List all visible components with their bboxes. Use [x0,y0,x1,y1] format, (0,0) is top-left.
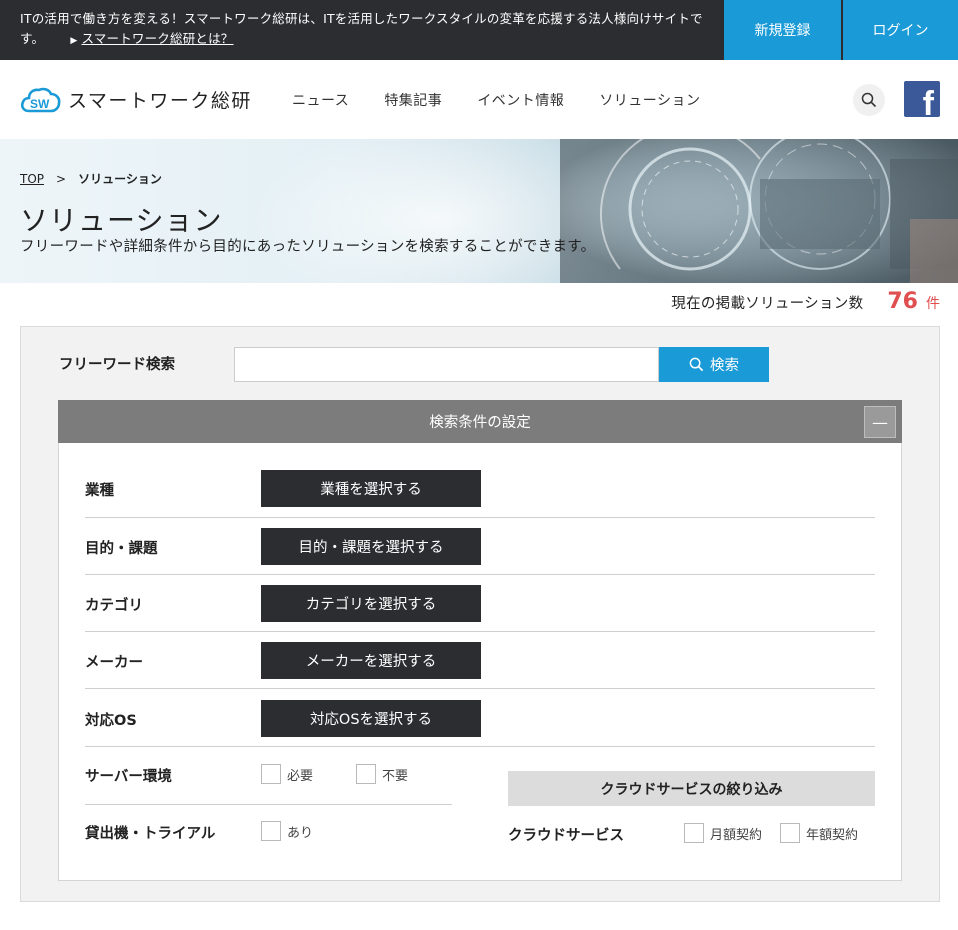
cloud-monthly-label: 月額契約 [710,827,763,843]
server-unneeded-checkbox[interactable] [356,764,376,784]
count-label: 現在の掲載ソリューション数 [671,296,864,312]
server-required-option[interactable]: 必要 [261,764,313,784]
condition-row-purpose: 目的・課題 目的・課題を選択する [85,518,875,575]
breadcrumb: TOP > ソリューション [20,170,162,187]
cloud-logo-icon: SW [20,87,61,112]
search-icon [861,92,877,108]
select-os-button[interactable]: 対応OSを選択する [261,700,481,737]
condition-row-category: カテゴリ カテゴリを選択する [85,575,875,632]
divider [85,804,452,805]
row-label-maker: メーカー [85,655,143,671]
cloud-monthly-checkbox[interactable] [684,823,704,843]
nav-item-events[interactable]: イベント情報 [477,90,564,110]
freeword-input[interactable] [234,347,659,382]
signup-button[interactable]: 新規登録 [724,0,841,60]
condition-row-maker: メーカー メーカーを選択する [85,632,875,689]
minus-icon: — [872,412,888,432]
server-unneeded-label: 不要 [382,768,409,784]
trial-available-option[interactable]: あり [261,821,313,841]
server-env-label: サーバー環境 [85,769,172,785]
search-submit-button[interactable]: 検索 [659,347,769,382]
cloud-filter-header: クラウドサービスの絞り込み [508,771,875,806]
breadcrumb-separator: > [56,171,67,186]
about-link-label: スマートワーク総研とは？ [81,31,234,46]
site-header: SW スマートワーク総研 ニュース 特集記事 イベント情報 ソリューション [0,60,958,139]
nav-item-solutions[interactable]: ソリューション [599,90,700,110]
row-label-category: カテゴリ [85,598,143,614]
nav-item-features[interactable]: 特集記事 [384,90,442,110]
logo-text: スマートワーク総研 [68,90,252,112]
select-purpose-button[interactable]: 目的・課題を選択する [261,528,481,565]
server-required-checkbox[interactable] [261,764,281,784]
row-label-industry: 業種 [85,483,114,499]
count-value: 76 [887,289,918,314]
trial-available-label: あり [287,825,314,841]
server-unneeded-option[interactable]: 不要 [356,764,408,784]
page-subtitle: フリーワードや詳細条件から目的にあったソリューションを検索することができます。 [20,239,596,255]
search-icon [689,357,704,372]
server-required-label: 必要 [287,768,314,784]
about-link[interactable]: ▶ スマートワーク総研とは？ [70,29,233,51]
condition-row-os: 対応OS 対応OSを選択する [85,690,875,747]
row-label-purpose: 目的・課題 [85,541,158,557]
cloud-annual-option[interactable]: 年額契約 [780,823,858,843]
freeword-label: フリーワード検索 [59,357,175,373]
solution-count: 現在の掲載ソリューション数 76 件 [671,289,940,314]
conditions-header: 検索条件の設定 [58,400,902,443]
facebook-button[interactable]: f [904,81,940,117]
collapse-button[interactable]: — [864,406,896,438]
search-submit-label: 検索 [710,358,739,374]
top-announcement-bar: ITの活用で働き方を変える！スマートワーク総研は、ITを活用したワークスタイルの… [0,0,958,60]
facebook-icon: f [922,85,934,117]
svg-text:SW: SW [30,97,50,111]
nav-item-news[interactable]: ニュース [292,90,349,110]
triangle-icon: ▶ [70,36,78,46]
condition-row-industry: 業種 業種を選択する [85,461,875,518]
announcement-text-block: ITの活用で働き方を変える！スマートワーク総研は、ITを活用したワークスタイルの… [20,9,710,51]
count-unit: 件 [926,296,940,312]
select-industry-button[interactable]: 業種を選択する [261,470,481,507]
hero-tech-illustration [560,139,958,283]
trial-label: 貸出機・トライアル [85,826,216,842]
select-maker-button[interactable]: メーカーを選択する [261,642,481,679]
site-logo[interactable]: SW スマートワーク総研 [20,86,252,113]
page-title: ソリューション [20,204,223,237]
cloud-annual-checkbox[interactable] [780,823,800,843]
cloud-service-label: クラウドサービス [508,828,624,844]
row-label-os: 対応OS [85,713,137,729]
trial-available-checkbox[interactable] [261,821,281,841]
breadcrumb-current: ソリューション [78,172,162,186]
cloud-annual-label: 年額契約 [806,827,859,843]
login-button[interactable]: ログイン [843,0,958,60]
main-nav: ニュース 特集記事 イベント情報 ソリューション [292,90,736,110]
select-category-button[interactable]: カテゴリを選択する [261,585,481,622]
breadcrumb-top-link[interactable]: TOP [20,172,44,186]
header-search-button[interactable] [853,84,885,116]
cloud-monthly-option[interactable]: 月額契約 [684,823,762,843]
